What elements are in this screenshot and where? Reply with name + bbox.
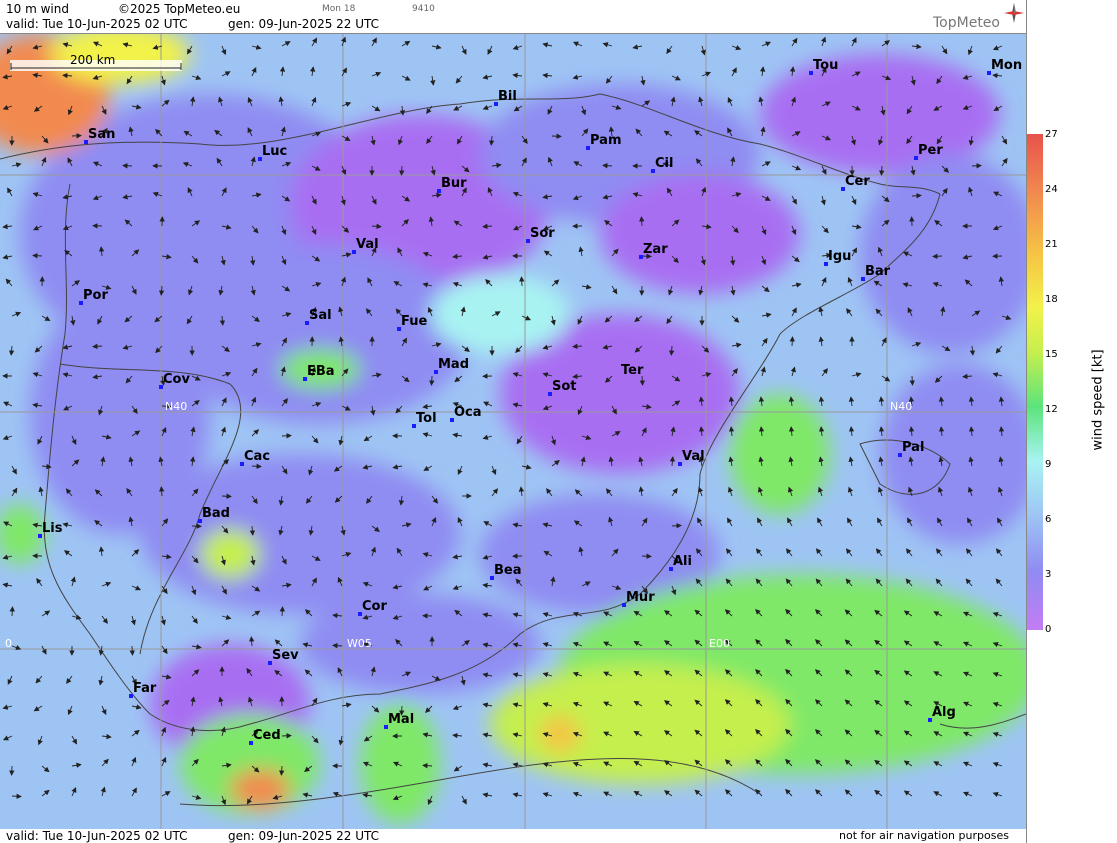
city-label: Lis — [42, 521, 63, 536]
city-label: Far — [133, 681, 157, 696]
grid-label-lon-e00: E00 — [709, 637, 730, 650]
city-label: Bad — [202, 506, 230, 521]
disclaimer: not for air navigation purposes — [839, 829, 1009, 842]
generated-time: gen: 09-Jun-2025 22 UTC — [228, 17, 380, 31]
city-label: Ced — [253, 728, 281, 743]
city-label: Val — [356, 237, 379, 252]
grid-label-lat-west: N40 — [165, 400, 188, 413]
header-bar: 10 m wind ©2025 TopMeteo.eu Mon 18 9410 … — [0, 0, 1026, 33]
city-label: Pal — [902, 440, 925, 455]
city-label: Per — [918, 143, 943, 158]
colorbar — [1027, 134, 1043, 630]
city-label: Val — [682, 449, 705, 464]
wind-arrow — [671, 523, 682, 529]
wind-arrow — [32, 253, 43, 259]
wind-arrow — [221, 493, 232, 499]
city-label: Mon — [991, 58, 1023, 73]
wind-arrow — [399, 165, 405, 176]
grid-label-lat-east: N40 — [890, 400, 913, 413]
wind-arrow — [129, 645, 135, 656]
city-label: Cil — [655, 156, 674, 171]
wind-arrow — [519, 276, 525, 287]
grid-label-lon-w05: W05 — [347, 637, 372, 650]
colorbar-tick: 18 — [1045, 294, 1058, 305]
city-label: Bur — [441, 176, 467, 191]
city-label: Alg — [932, 705, 956, 720]
city-dot-icon — [613, 376, 617, 380]
city-label: Tol — [416, 411, 437, 426]
city-label: Ter — [621, 363, 644, 378]
colorbar-tick: 24 — [1045, 184, 1058, 195]
grid-label-lon-edge: 0 — [5, 637, 12, 650]
wind-arrow — [429, 375, 435, 386]
city-label: Zar — [643, 242, 668, 257]
city-label: Mad — [438, 357, 470, 372]
city-label: Bar — [865, 264, 891, 279]
colorbar-tick: 9 — [1045, 459, 1052, 470]
run-label: Mon 18 — [322, 4, 356, 14]
city-label: Igu — [828, 249, 852, 264]
city-label: EBa — [307, 364, 335, 379]
city-label: Sev — [272, 648, 299, 663]
wind-arrow — [639, 216, 645, 227]
city-label: San — [88, 127, 116, 142]
wind-arrow — [911, 193, 922, 199]
city-label: Fue — [401, 314, 428, 329]
city-label: Oca — [454, 405, 482, 420]
wind-arrow — [789, 336, 795, 347]
city-label: Cer — [845, 174, 870, 189]
wind-arrow — [122, 163, 133, 169]
city-label: Sot — [552, 379, 577, 394]
copyright: ©2025 TopMeteo.eu — [118, 2, 241, 16]
wind-arrow — [11, 793, 22, 799]
wind-map[interactable]: 200 km N40 N40 W05 E00 0 San Luc Bil Pam… — [0, 33, 1026, 831]
footer-valid-time: valid: Tue 10-Jun-2025 02 UTC — [6, 829, 188, 843]
wind-arrow — [932, 253, 943, 259]
colorbar-tick: 0 — [1045, 624, 1052, 635]
wind-arrow — [279, 765, 285, 776]
city-label: Luc — [262, 144, 288, 159]
wind-arrow — [909, 375, 915, 386]
city-label: Cor — [362, 599, 387, 614]
valid-time: valid: Tue 10-Jun-2025 02 UTC — [6, 17, 188, 31]
city-label: Sal — [309, 308, 332, 323]
colorbar-tick: 3 — [1045, 569, 1052, 580]
footer-generated-time: gen: 09-Jun-2025 22 UTC — [228, 829, 380, 843]
wind-arrow — [879, 165, 885, 176]
wind-field-canvas — [0, 34, 1026, 830]
wind-arrow — [551, 133, 562, 139]
footer-bar: valid: Tue 10-Jun-2025 02 UTC gen: 09-Ju… — [0, 829, 1026, 843]
city-label: Bea — [494, 563, 522, 578]
colorbar-tick: 15 — [1045, 349, 1058, 360]
city-label: Mal — [388, 712, 415, 727]
colorbar-tick: 12 — [1045, 404, 1058, 415]
scale-bar-label: 200 km — [70, 53, 116, 67]
brand-logo-text: TopMeteo — [933, 15, 1000, 31]
colorbar-tick: 21 — [1045, 239, 1058, 250]
city-label: Cac — [244, 449, 271, 464]
wind-arrow — [9, 606, 15, 617]
city-label: Ali — [673, 554, 692, 569]
city-label: Mur — [626, 590, 655, 605]
wind-arrow — [281, 733, 292, 739]
code-label: 9410 — [412, 4, 435, 14]
city-label: Cov — [163, 372, 190, 387]
compass-logo-icon — [1004, 3, 1024, 23]
colorbar-tick: 6 — [1045, 514, 1052, 525]
city-label: Tou — [813, 58, 839, 73]
wind-arrow — [279, 606, 285, 617]
colorbar-tick: 27 — [1045, 129, 1058, 140]
city-label: Por — [83, 288, 108, 303]
city-label: Bil — [498, 89, 517, 104]
product-title: 10 m wind — [6, 2, 69, 16]
colorbar-title: wind speed [kt] — [1090, 349, 1106, 451]
wind-arrow — [251, 463, 262, 469]
city-label: Sor — [530, 226, 555, 241]
city-label: Pam — [590, 133, 622, 148]
